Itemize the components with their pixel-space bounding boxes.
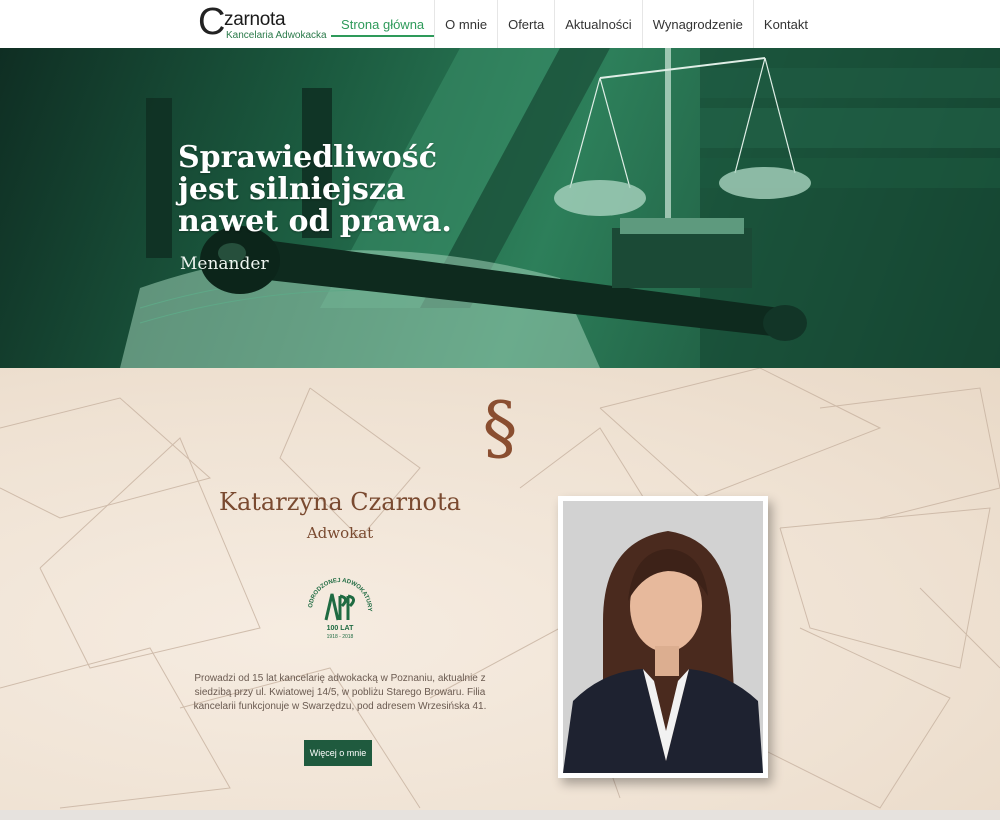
anniversary-badge-icon: ODRODZONEJ ADWOKATURY POLSKIEJ 100 LAT 1…	[302, 570, 372, 640]
more-about-button[interactable]: Więcej o mnie	[304, 740, 372, 766]
footer-strip	[0, 810, 1000, 820]
nav-item-fees[interactable]: Wynagrodzenie	[641, 0, 753, 48]
hero-quote: Sprawiedliwość jest silniejsza nawet od …	[178, 142, 452, 238]
main-nav: Strona główna O mnie Oferta Aktualności …	[331, 0, 818, 48]
nav-item-about[interactable]: O mnie	[434, 0, 497, 48]
badge-years: 100 LAT	[327, 625, 354, 632]
portrait-photo	[563, 501, 763, 773]
logo-subtitle: Kancelaria Adwokacka	[226, 30, 327, 41]
logo[interactable]: C zarnota Kancelaria Adwokacka	[198, 2, 338, 42]
hero-illustration	[120, 48, 1000, 368]
nav-item-news[interactable]: Aktualności	[554, 0, 641, 48]
badge-range: 1918 - 2018	[327, 634, 354, 640]
nav-item-contact[interactable]: Kontakt	[752, 0, 818, 48]
quote-line-3: nawet od prawa.	[178, 204, 452, 239]
hero-banner: Sprawiedliwość jest silniejsza nawet od …	[0, 48, 1000, 368]
quote-line-2: jest silniejsza	[178, 172, 406, 207]
logo-name: zarnota	[224, 9, 286, 30]
about-description: Prowadzi od 15 lat kancelarię adwokacką …	[193, 673, 487, 712]
site-header: C zarnota Kancelaria Adwokacka Strona gł…	[0, 0, 1000, 48]
portrait-illustration	[563, 501, 763, 773]
quote-author: Menander	[180, 254, 269, 274]
logo-mark: C	[198, 1, 226, 43]
person-title: Adwokat	[306, 524, 374, 542]
svg-text:ODRODZONEJ ADWOKATURY POLSKIEJ: ODRODZONEJ ADWOKATURY POLSKIEJ	[302, 570, 372, 612]
nav-item-offer[interactable]: Oferta	[497, 0, 554, 48]
badge-ring-text: ODRODZONEJ ADWOKATURY POLSKIEJ	[302, 570, 372, 612]
nav-item-home[interactable]: Strona główna	[331, 0, 435, 48]
quote-line-1: Sprawiedliwość	[178, 140, 437, 175]
about-section: § Katarzyna Czarnota Adwokat ODRODZONEJ …	[0, 368, 1000, 810]
section-sign-icon: §	[482, 387, 518, 469]
person-name: Katarzyna Czarnota	[219, 488, 461, 516]
portrait-frame	[558, 496, 768, 778]
